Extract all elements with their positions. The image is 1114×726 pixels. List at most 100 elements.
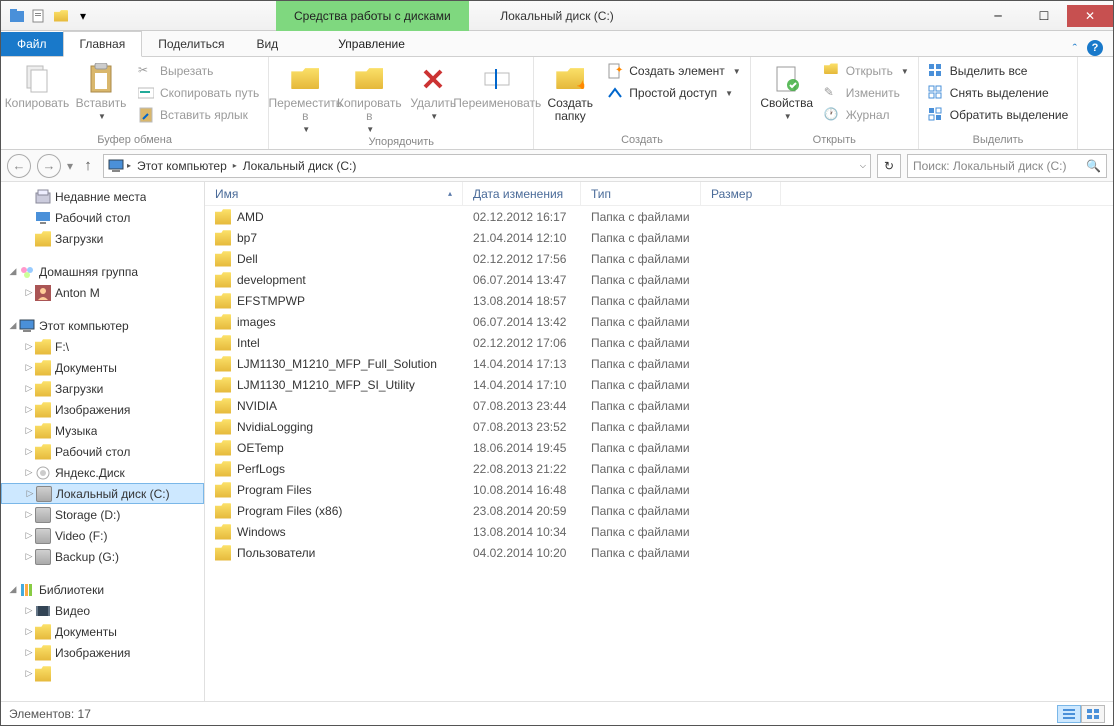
tree-storage[interactable]: ▷Storage (D:) [1, 504, 204, 525]
edit-button[interactable]: ✎Изменить [819, 82, 914, 104]
copy-to-button[interactable]: Копировать в▼ [337, 60, 401, 136]
help-icon[interactable]: ? [1087, 40, 1103, 56]
tab-view[interactable]: Вид [240, 32, 294, 56]
tree-downloads[interactable]: Загрузки [1, 228, 204, 249]
properties-button[interactable]: Свойства▼ [755, 60, 819, 123]
folder-icon [215, 293, 231, 309]
tab-home[interactable]: Главная [63, 31, 143, 57]
back-button[interactable]: ← [7, 154, 31, 178]
tab-share[interactable]: Поделиться [142, 32, 240, 56]
file-name: LJM1130_M1210_MFP_Full_Solution [237, 357, 437, 371]
copy-button[interactable]: Копировать [5, 60, 69, 110]
file-row[interactable]: LJM1130_M1210_MFP_Full_Solution14.04.201… [205, 353, 1113, 374]
invert-select-button[interactable]: Обратить выделение [923, 104, 1074, 126]
tree-documents2[interactable]: ▷Документы [1, 621, 204, 642]
copy-path-button[interactable]: Скопировать путь [133, 82, 264, 104]
file-row[interactable]: LJM1130_M1210_MFP_SI_Utility14.04.2014 1… [205, 374, 1113, 395]
open-button[interactable]: Открыть▼ [819, 60, 914, 82]
breadcrumb-seg[interactable]: Этот компьютер [134, 159, 230, 173]
folder-icon [215, 461, 231, 477]
tree-recent[interactable]: Недавние места [1, 186, 204, 207]
file-row[interactable]: AMD02.12.2012 16:17Папка с файлами [205, 206, 1113, 227]
qat-dropdown-icon[interactable]: ▾ [73, 6, 93, 26]
paste-shortcut-button[interactable]: Вставить ярлык [133, 104, 264, 126]
search-input[interactable]: Поиск: Локальный диск (C:) 🔍 [907, 154, 1107, 178]
icons-view-button[interactable] [1081, 705, 1105, 723]
file-row[interactable]: EFSTMPWP13.08.2014 18:57Папка с файлами [205, 290, 1113, 311]
tab-manage[interactable]: Управление [322, 32, 421, 56]
new-item-button[interactable]: ✦Создать элемент▼ [602, 60, 745, 82]
tree-downloads2[interactable]: ▷Загрузки [1, 378, 204, 399]
file-type: Папка с файлами [581, 294, 701, 308]
paste-button[interactable]: Вставить▼ [69, 60, 133, 123]
close-button[interactable]: ✕ [1067, 5, 1113, 27]
statusbar: Элементов: 17 [1, 701, 1113, 725]
cut-button[interactable]: ✂Вырезать [133, 60, 264, 82]
tree-desktop[interactable]: Рабочий стол [1, 207, 204, 228]
move-to-button[interactable]: Переместить в▼ [273, 60, 337, 136]
file-type: Папка с файлами [581, 504, 701, 518]
file-row[interactable]: images06.07.2014 13:42Папка с файлами [205, 311, 1113, 332]
file-row[interactable]: Windows13.08.2014 10:34Папка с файлами [205, 521, 1113, 542]
breadcrumb-history-icon[interactable]: ⌵ [860, 161, 866, 171]
refresh-button[interactable]: ↻ [877, 154, 901, 178]
sidebar-tree[interactable]: Недавние места Рабочий стол Загрузки ◢До… [1, 182, 205, 701]
file-row[interactable]: NvidiaLogging07.08.2013 23:52Папка с фай… [205, 416, 1113, 437]
qat-properties-icon[interactable] [29, 6, 49, 26]
tree-documents[interactable]: ▷Документы [1, 357, 204, 378]
breadcrumb[interactable]: ▸ Этот компьютер ▸ Локальный диск (C:) ⌵ [103, 154, 871, 178]
minimize-button[interactable]: ─ [975, 5, 1021, 27]
user-icon [35, 285, 51, 301]
homegroup-icon [19, 264, 35, 280]
file-row[interactable]: bp721.04.2014 12:10Папка с файлами [205, 227, 1113, 248]
select-all-button[interactable]: Выделить все [923, 60, 1074, 82]
file-row[interactable]: Program Files10.08.2014 16:48Папка с фай… [205, 479, 1113, 500]
file-date: 02.12.2012 16:17 [463, 210, 581, 224]
new-folder-button[interactable]: ✦Создать папку [538, 60, 602, 123]
delete-button[interactable]: Удалить▼ [401, 60, 465, 123]
file-row[interactable]: PerfLogs22.08.2013 21:22Папка с файлами [205, 458, 1113, 479]
easy-access-button[interactable]: Простой доступ▼ [602, 82, 745, 104]
breadcrumb-seg[interactable]: Локальный диск (C:) [240, 159, 360, 173]
select-none-button[interactable]: Снять выделение [923, 82, 1074, 104]
file-row[interactable]: NVIDIA07.08.2013 23:44Папка с файлами [205, 395, 1113, 416]
col-size[interactable]: Размер [701, 182, 781, 205]
tree-pictures2[interactable]: ▷Изображения [1, 642, 204, 663]
tree-desktop2[interactable]: ▷Рабочий стол [1, 441, 204, 462]
file-row[interactable]: development06.07.2014 13:47Папка с файла… [205, 269, 1113, 290]
qat-newfolder-icon[interactable] [51, 6, 71, 26]
col-date[interactable]: Дата изменения [463, 182, 581, 205]
history-dropdown-icon[interactable]: ▾ [67, 159, 73, 173]
tree-anton[interactable]: ▷Anton M [1, 282, 204, 303]
col-type[interactable]: Тип [581, 182, 701, 205]
tree-homegroup[interactable]: ◢Домашняя группа [1, 261, 204, 282]
file-row[interactable]: Intel02.12.2012 17:06Папка с файлами [205, 332, 1113, 353]
collapse-ribbon-icon[interactable]: ˆ [1073, 41, 1077, 56]
details-view-button[interactable] [1057, 705, 1081, 723]
easy-access-icon [607, 85, 623, 101]
tree-backup[interactable]: ▷Backup (G:) [1, 546, 204, 567]
tree-video-f[interactable]: ▷Video (F:) [1, 525, 204, 546]
up-button[interactable]: ↑ [79, 157, 97, 174]
file-date: 06.07.2014 13:47 [463, 273, 581, 287]
history-button[interactable]: 🕐Журнал [819, 104, 914, 126]
tree-libraries[interactable]: ◢Библиотеки [1, 579, 204, 600]
tree-yandex[interactable]: ▷Яндекс.Диск [1, 462, 204, 483]
file-row[interactable]: OETemp18.06.2014 19:45Папка с файлами [205, 437, 1113, 458]
tab-file[interactable]: Файл [1, 32, 63, 56]
tree-pictures[interactable]: ▷Изображения [1, 399, 204, 420]
rename-button[interactable]: Переименовать [465, 60, 529, 110]
tree-cutoff[interactable]: ▷ [1, 663, 204, 684]
tree-this-pc[interactable]: ◢Этот компьютер [1, 315, 204, 336]
file-row[interactable]: Program Files (x86)23.08.2014 20:59Папка… [205, 500, 1113, 521]
tree-fdrive[interactable]: ▷F:\ [1, 336, 204, 357]
maximize-button[interactable]: ☐ [1021, 5, 1067, 27]
file-row[interactable]: Пользователи04.02.2014 10:20Папка с файл… [205, 542, 1113, 563]
tree-video[interactable]: ▷Видео [1, 600, 204, 621]
tree-music[interactable]: ▷Музыка [1, 420, 204, 441]
file-row[interactable]: Dell02.12.2012 17:56Папка с файлами [205, 248, 1113, 269]
forward-button[interactable]: → [37, 154, 61, 178]
col-name[interactable]: Имя▴ [205, 182, 463, 205]
file-list[interactable]: AMD02.12.2012 16:17Папка с файламиbp721.… [205, 206, 1113, 701]
tree-cdrive[interactable]: ▷Локальный диск (C:) [1, 483, 204, 504]
